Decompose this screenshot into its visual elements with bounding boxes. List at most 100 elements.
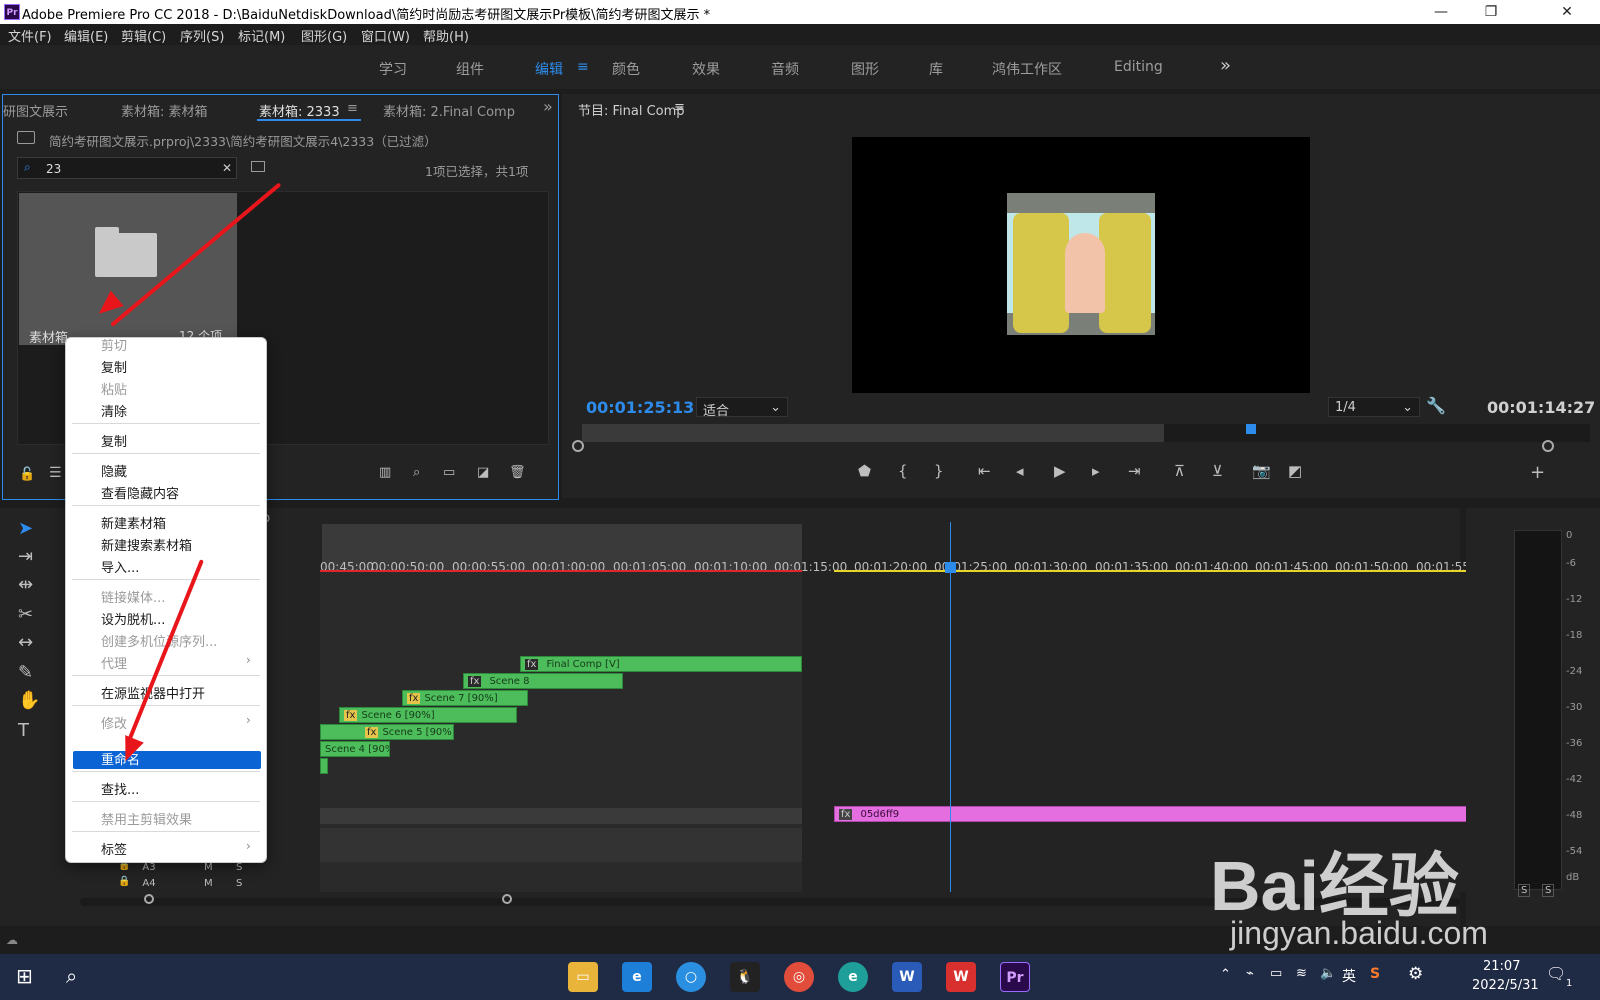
- scroll-handle-right[interactable]: [502, 894, 512, 904]
- messenger-icon[interactable]: ○: [676, 962, 706, 992]
- menu-item-proxy[interactable]: 代理: [101, 653, 127, 672]
- file-explorer-icon[interactable]: ▭: [568, 962, 598, 992]
- windows-start-icon[interactable]: ⊞: [16, 964, 33, 988]
- bin-thumbnail[interactable]: 素材箱 12 个项: [19, 193, 237, 346]
- list-view-icon[interactable]: ☰: [49, 465, 62, 481]
- maximize-button[interactable]: ❐: [1468, 0, 1514, 24]
- zoom-handle-left[interactable]: [572, 440, 584, 452]
- battery-icon[interactable]: ▭: [1270, 966, 1282, 981]
- lock-icon[interactable]: 🔓: [19, 467, 35, 482]
- solo-right-button[interactable]: S: [1542, 884, 1555, 897]
- menu-item-duplicate[interactable]: 复制: [101, 431, 127, 450]
- search-input[interactable]: 23: [46, 162, 61, 176]
- search-icon[interactable]: ⌕: [66, 964, 77, 988]
- menu-item-cut[interactable]: 剪切: [101, 335, 127, 354]
- find-icon[interactable]: ⌕: [413, 465, 420, 480]
- menu-item-create-multicam[interactable]: 创建多机位源序列...: [101, 631, 217, 650]
- menu-item-view-hidden[interactable]: 查看隐藏内容: [101, 483, 179, 502]
- sogou-icon[interactable]: S: [1370, 966, 1380, 982]
- solo-button[interactable]: S: [236, 862, 242, 873]
- video-preview[interactable]: [852, 137, 1310, 393]
- clip-scene-7[interactable]: fx Scene 7 [90%]: [402, 690, 528, 706]
- new-item-icon[interactable]: ◪: [477, 465, 489, 480]
- wifi-icon[interactable]: ≋: [1296, 966, 1307, 981]
- go-to-out-icon[interactable]: ⇥: [1128, 462, 1141, 480]
- hand-tool-icon[interactable]: ✋: [18, 690, 40, 711]
- workspace-learning[interactable]: 学习: [379, 59, 407, 79]
- menu-item-find[interactable]: 查找...: [101, 779, 139, 798]
- comparison-view-icon[interactable]: ◩: [1288, 462, 1302, 480]
- tab-project[interactable]: 研图文展示: [3, 101, 68, 120]
- pen-tool-icon[interactable]: ✎: [18, 662, 33, 683]
- playhead-head[interactable]: [945, 562, 956, 573]
- close-button[interactable]: ✕: [1544, 0, 1590, 24]
- menu-help[interactable]: 帮助(H): [423, 26, 469, 45]
- ripple-edit-tool-icon[interactable]: ⇹: [18, 574, 33, 595]
- go-to-in-icon[interactable]: ⇤: [978, 462, 991, 480]
- selection-tool-icon[interactable]: ➤: [18, 518, 33, 539]
- step-back-icon[interactable]: ◂: [1016, 462, 1024, 480]
- menu-marker[interactable]: 标记(M): [238, 26, 285, 45]
- menu-graphics[interactable]: 图形(G): [301, 26, 347, 45]
- menu-item-link-media[interactable]: 链接媒体...: [101, 587, 165, 606]
- tray-overflow-icon[interactable]: ⌃: [1220, 967, 1231, 982]
- menu-file[interactable]: 文件(F): [8, 26, 52, 45]
- workspace-editing-en[interactable]: Editing: [1114, 59, 1163, 75]
- clock-time[interactable]: 21:07: [1483, 959, 1520, 974]
- search-field[interactable]: ⌕ 23 ✕: [17, 157, 237, 179]
- workspace-audio[interactable]: 音频: [771, 59, 799, 79]
- menu-window[interactable]: 窗口(W): [361, 26, 410, 45]
- clip-pink-graphics[interactable]: fx 05d6ff9: [834, 806, 1470, 822]
- clip-small[interactable]: [320, 758, 328, 774]
- workspace-editing-active[interactable]: 编辑: [535, 59, 563, 79]
- type-tool-icon[interactable]: T: [18, 720, 29, 741]
- zoom-handle-right[interactable]: [1542, 440, 1554, 452]
- menu-clip[interactable]: 剪辑(C): [121, 26, 166, 45]
- lock-icon[interactable]: 🔒: [118, 876, 130, 887]
- tab-bin-final-comp[interactable]: 素材箱: 2.Final Comp: [383, 101, 515, 120]
- edge-icon[interactable]: e: [838, 962, 868, 992]
- notification-icon[interactable]: 🗨: [1546, 964, 1566, 983]
- solo-button[interactable]: S: [236, 878, 242, 889]
- new-bin-icon[interactable]: ▭: [443, 465, 455, 480]
- clip-scene-6[interactable]: fx Scene 6 [90%]: [339, 707, 517, 723]
- workspace-assembly[interactable]: 组件: [456, 59, 484, 79]
- mute-button[interactable]: M: [204, 862, 213, 873]
- workspace-effects[interactable]: 效果: [692, 59, 720, 79]
- more-workspaces-icon[interactable]: »: [1220, 55, 1231, 76]
- minimize-button[interactable]: —: [1418, 0, 1464, 24]
- play-icon[interactable]: ▶: [1054, 462, 1066, 480]
- settings-gear-icon[interactable]: ⚙: [1408, 964, 1423, 984]
- menu-item-import[interactable]: 导入...: [101, 557, 139, 576]
- workspace-color[interactable]: 颜色: [612, 59, 640, 79]
- workspace-libraries[interactable]: 库: [929, 59, 943, 79]
- mark-in-icon[interactable]: {: [898, 462, 908, 480]
- trash-icon[interactable]: 🗑: [509, 465, 526, 480]
- usb-icon[interactable]: ⌁: [1246, 966, 1254, 981]
- menu-edit[interactable]: 编辑(E): [64, 26, 108, 45]
- menu-item-new-search-bin[interactable]: 新建搜索素材箱: [101, 535, 192, 554]
- track-a3-label[interactable]: A3: [134, 862, 164, 876]
- add-marker-icon[interactable]: ⬟: [858, 462, 871, 480]
- scrubber-playhead[interactable]: [1246, 424, 1256, 434]
- export-frame-icon[interactable]: 📷: [1252, 462, 1271, 480]
- folder-up-icon[interactable]: [17, 131, 35, 144]
- qq-icon[interactable]: 🐧: [730, 962, 760, 992]
- ie-browser-icon[interactable]: e: [622, 962, 652, 992]
- timeline-playhead[interactable]: [950, 522, 951, 892]
- track-select-tool-icon[interactable]: ⇥: [18, 546, 33, 567]
- menu-sequence[interactable]: 序列(S): [180, 26, 224, 45]
- clip-scene-8[interactable]: fx Scene 8: [463, 673, 623, 689]
- clock-date[interactable]: 2022/5/31: [1472, 978, 1539, 993]
- wps-icon[interactable]: W: [946, 962, 976, 992]
- menu-item-modify[interactable]: 修改: [101, 713, 127, 732]
- tab-bin-main[interactable]: 素材箱: 素材箱: [121, 101, 208, 120]
- extract-icon[interactable]: ⊻: [1212, 462, 1223, 480]
- chrome-icon[interactable]: ◎: [784, 962, 814, 992]
- automate-to-sequence-icon[interactable]: ▥: [379, 465, 391, 480]
- menu-item-label[interactable]: 标签: [101, 839, 127, 858]
- track-a4-label[interactable]: A4: [134, 878, 164, 892]
- menu-item-clear[interactable]: 清除: [101, 401, 127, 420]
- workspace-custom[interactable]: 鸿伟工作区: [992, 59, 1062, 79]
- mute-button[interactable]: M: [204, 878, 213, 889]
